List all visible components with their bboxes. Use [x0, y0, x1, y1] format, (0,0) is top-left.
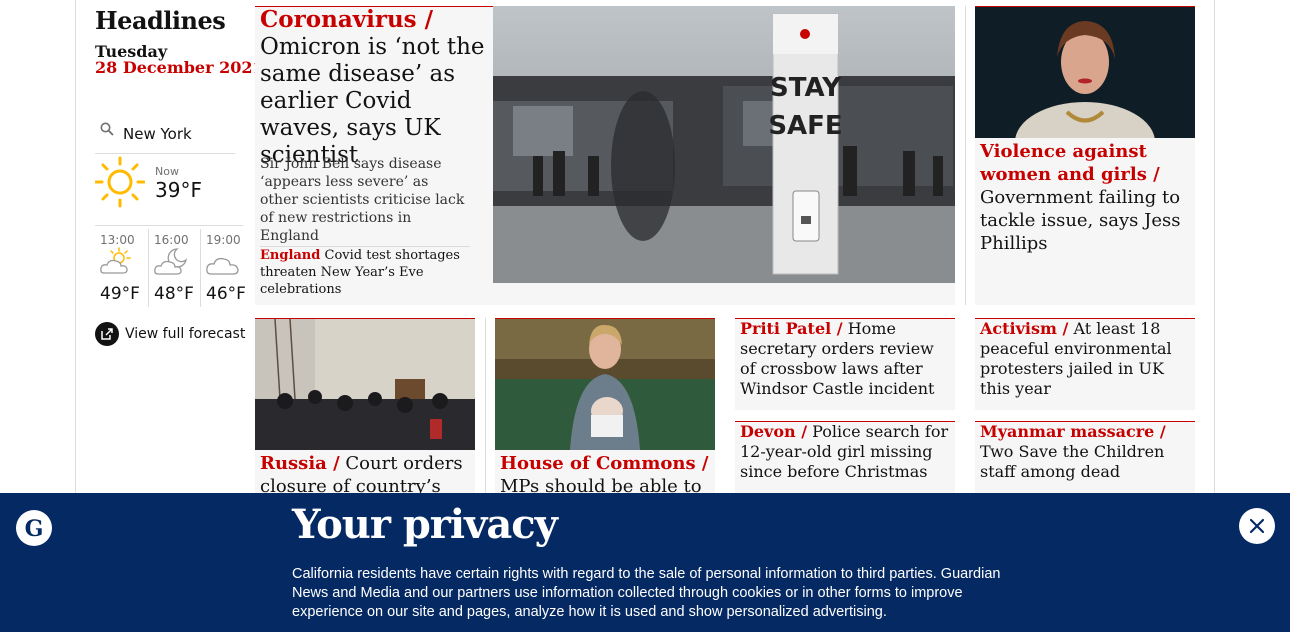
view-full-forecast-label: View full forecast — [125, 326, 246, 342]
russia-photo[interactable] — [255, 319, 475, 450]
forecast-time: 16:00 — [154, 233, 189, 247]
activism-headline[interactable]: Activism / At least 18 peaceful environm… — [980, 319, 1190, 399]
close-button[interactable] — [1239, 508, 1275, 544]
headlines-date: 28 December 2021 — [95, 58, 264, 77]
activism-kicker: Activism / — [980, 319, 1069, 338]
myanmar-headline[interactable]: Myanmar massacre / Two Save the Children… — [980, 422, 1192, 482]
crowd-image — [255, 319, 475, 450]
devon-headline[interactable]: Devon / Police search for 12-year-old gi… — [740, 422, 950, 482]
myanmar-kicker: Myanmar massacre / — [980, 422, 1166, 441]
lead-photo[interactable]: STAY SAFE — [493, 6, 955, 283]
search-icon — [100, 122, 114, 136]
patel-kicker: Priti Patel / — [740, 319, 843, 338]
cloud-icon — [206, 257, 239, 275]
weather-now-label: Now — [155, 165, 179, 178]
lead-headline[interactable]: Coronavirus / Omicron is ‘not the same d… — [260, 6, 490, 169]
stay-safe-street-image: STAY SAFE — [493, 6, 955, 283]
patel-headline[interactable]: Priti Patel / Home secretary orders revi… — [740, 319, 952, 399]
commons-headline[interactable]: House of Commons / MPs should be able to — [500, 452, 710, 498]
right-story-headline[interactable]: Violence against women and girls / Gover… — [980, 140, 1190, 255]
view-full-forecast-link[interactable]: View full forecast — [95, 321, 245, 347]
close-icon — [1249, 518, 1265, 534]
devon-kicker: Devon / — [740, 422, 808, 441]
myanmar-headline-text: Two Save the Children staff among dead — [980, 442, 1165, 481]
weather-now-temp: 39°F — [155, 178, 202, 202]
right-story-kicker: Violence against women and girls / — [980, 141, 1160, 185]
forecast-time: 19:00 — [206, 233, 241, 247]
headlines-title: Headlines — [95, 6, 226, 35]
privacy-body: California residents have certain rights… — [292, 566, 1001, 620]
sign-line1: STAY — [770, 73, 842, 103]
russia-kicker: Russia / — [260, 453, 340, 474]
forecast-time: 13:00 — [100, 233, 135, 247]
commons-kicker: House of Commons / — [500, 453, 709, 474]
forecast-temp: 49°F — [100, 284, 140, 304]
forecast-item: 13:00 49°F — [95, 229, 147, 307]
weather-location-search[interactable]: New York — [95, 116, 235, 154]
guardian-logo-icon: G — [16, 510, 52, 546]
lead-headline-text: Omicron is ‘not the same disease’ as ear… — [260, 34, 485, 168]
forecast-temp: 46°F — [206, 284, 246, 304]
russia-headline[interactable]: Russia / Court orders closure of country… — [260, 452, 470, 498]
right-story-photo[interactable] — [975, 7, 1195, 138]
sublink-kicker: England — [260, 248, 321, 263]
external-link-icon — [95, 322, 119, 346]
sun-icon — [95, 156, 145, 208]
lead-kicker: Coronavirus / — [260, 6, 434, 33]
lead-sublink[interactable]: England Covid test shortages threaten Ne… — [260, 246, 470, 298]
mp-with-baby-image — [495, 319, 715, 450]
forecast-item: 19:00 46°F — [200, 229, 252, 307]
forecast-temp: 48°F — [154, 284, 194, 304]
lead-standfirst: Sir John Bell says disease ‘appears less… — [260, 156, 465, 244]
right-story-headline-text: Government failing to tackle issue, says… — [980, 187, 1181, 254]
forecast-item: 16:00 48°F — [148, 229, 200, 307]
partly-sunny-icon — [100, 247, 131, 274]
weather-now: Now 39°F — [95, 156, 243, 226]
privacy-title: Your privacy — [292, 501, 558, 548]
sign-line2: SAFE — [768, 111, 842, 141]
privacy-banner: G Your privacy California residents have… — [0, 493, 1290, 632]
column-divider — [485, 318, 486, 493]
weather-location: New York — [123, 125, 192, 143]
column-divider — [965, 6, 966, 305]
svg-text:G: G — [25, 516, 44, 542]
commons-photo[interactable] — [495, 319, 715, 450]
portrait-image — [975, 7, 1195, 138]
cloud-moon-icon — [154, 248, 188, 275]
